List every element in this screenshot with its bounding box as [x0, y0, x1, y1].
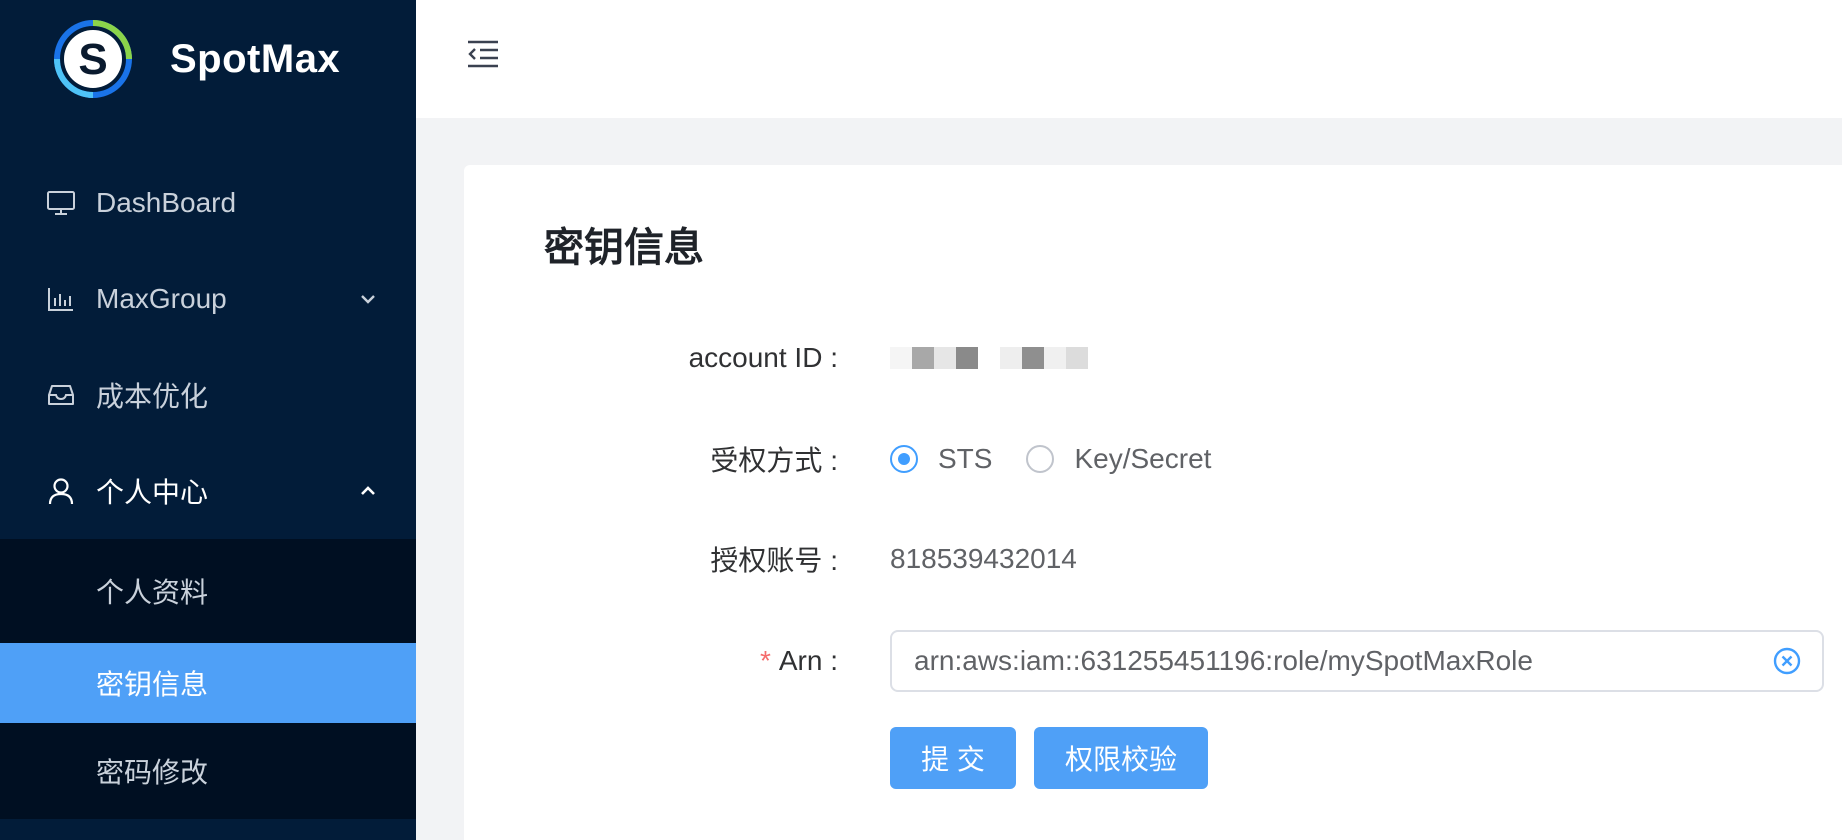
sidebar-item-label: DashBoard: [96, 187, 237, 218]
radio-unchecked-icon[interactable]: [1026, 445, 1055, 473]
top-header: [416, 0, 1842, 118]
chevron-down-icon: [361, 295, 375, 304]
bar-chart-icon: [48, 288, 73, 311]
clear-circle-icon[interactable]: [1772, 646, 1802, 676]
sidebar-item-label: 密码修改: [96, 757, 209, 788]
form-row-auth-account: 授权账号 : 818539432014: [464, 529, 1842, 589]
sidebar-item-label: 个人资料: [96, 577, 209, 608]
sidebar-item-label: 个人中心: [96, 477, 209, 508]
svg-text:S: S: [78, 35, 107, 84]
sidebar-item-label: MaxGroup: [96, 283, 227, 314]
menu-fold-icon[interactable]: [466, 38, 500, 70]
monitor-icon: [47, 191, 75, 215]
sidebar-item-dashboard[interactable]: DashBoard: [0, 155, 416, 251]
auth-method-group: STS Key/Secret: [890, 443, 1245, 475]
sidebar-item-key-info[interactable]: 密钥信息: [0, 643, 416, 723]
radio-label: STS: [938, 443, 993, 474]
radio-sts[interactable]: STS: [890, 443, 992, 475]
logo[interactable]: S SpotMax: [54, 20, 340, 98]
radio-checked-icon[interactable]: [890, 445, 918, 473]
spotmax-logo-icon: S: [54, 20, 132, 98]
user-icon: [48, 478, 74, 505]
sidebar-item-label: 密钥信息: [96, 669, 209, 700]
sidebar: S SpotMax DashBoard MaxGroup 成本优化 个人中心 个…: [0, 0, 416, 840]
verify-permission-button[interactable]: 权限校验: [1034, 727, 1208, 789]
inbox-icon: [48, 385, 74, 405]
sidebar-item-cost-optimization[interactable]: 成本优化: [0, 347, 416, 443]
submenu-personal-center: 个人资料 密钥信息 密码修改: [0, 539, 416, 819]
auth-account-label: 授权账号 :: [710, 545, 838, 576]
sidebar-menu: DashBoard MaxGroup 成本优化 个人中心 个人资料 密钥信息 密…: [0, 155, 416, 819]
arn-label: * Arn :: [759, 645, 838, 676]
arn-input[interactable]: [892, 644, 1772, 678]
account-id-label: account ID :: [688, 342, 838, 373]
submit-button[interactable]: 提 交: [890, 727, 1016, 789]
sidebar-item-profile[interactable]: 个人资料: [0, 539, 416, 643]
chevron-up-icon: [361, 486, 375, 495]
form-row-account-id: account ID :: [464, 328, 1842, 388]
account-id-redacted: [890, 347, 1088, 369]
page-title: 密钥信息: [544, 226, 704, 270]
required-asterisk: *: [759, 645, 771, 676]
form-row-auth-method: 受权方式 : STS Key/Secret: [464, 429, 1842, 489]
radio-key-secret[interactable]: Key/Secret: [1026, 443, 1211, 475]
sidebar-item-change-password[interactable]: 密码修改: [0, 723, 416, 819]
radio-label: Key/Secret: [1074, 443, 1212, 474]
app-name: SpotMax: [170, 36, 341, 81]
auth-method-label: 受权方式 :: [710, 445, 838, 476]
sidebar-item-maxgroup[interactable]: MaxGroup: [0, 251, 416, 347]
form-row-arn: * Arn :: [464, 629, 1842, 693]
auth-account-value: 818539432014: [890, 543, 1077, 574]
sidebar-item-personal-center[interactable]: 个人中心: [0, 443, 416, 539]
key-info-card: 密钥信息 account ID : 受权方式 : STS Key/Secret …: [464, 165, 1842, 840]
arn-input-wrapper: [890, 630, 1824, 692]
sidebar-item-label: 成本优化: [96, 381, 209, 412]
